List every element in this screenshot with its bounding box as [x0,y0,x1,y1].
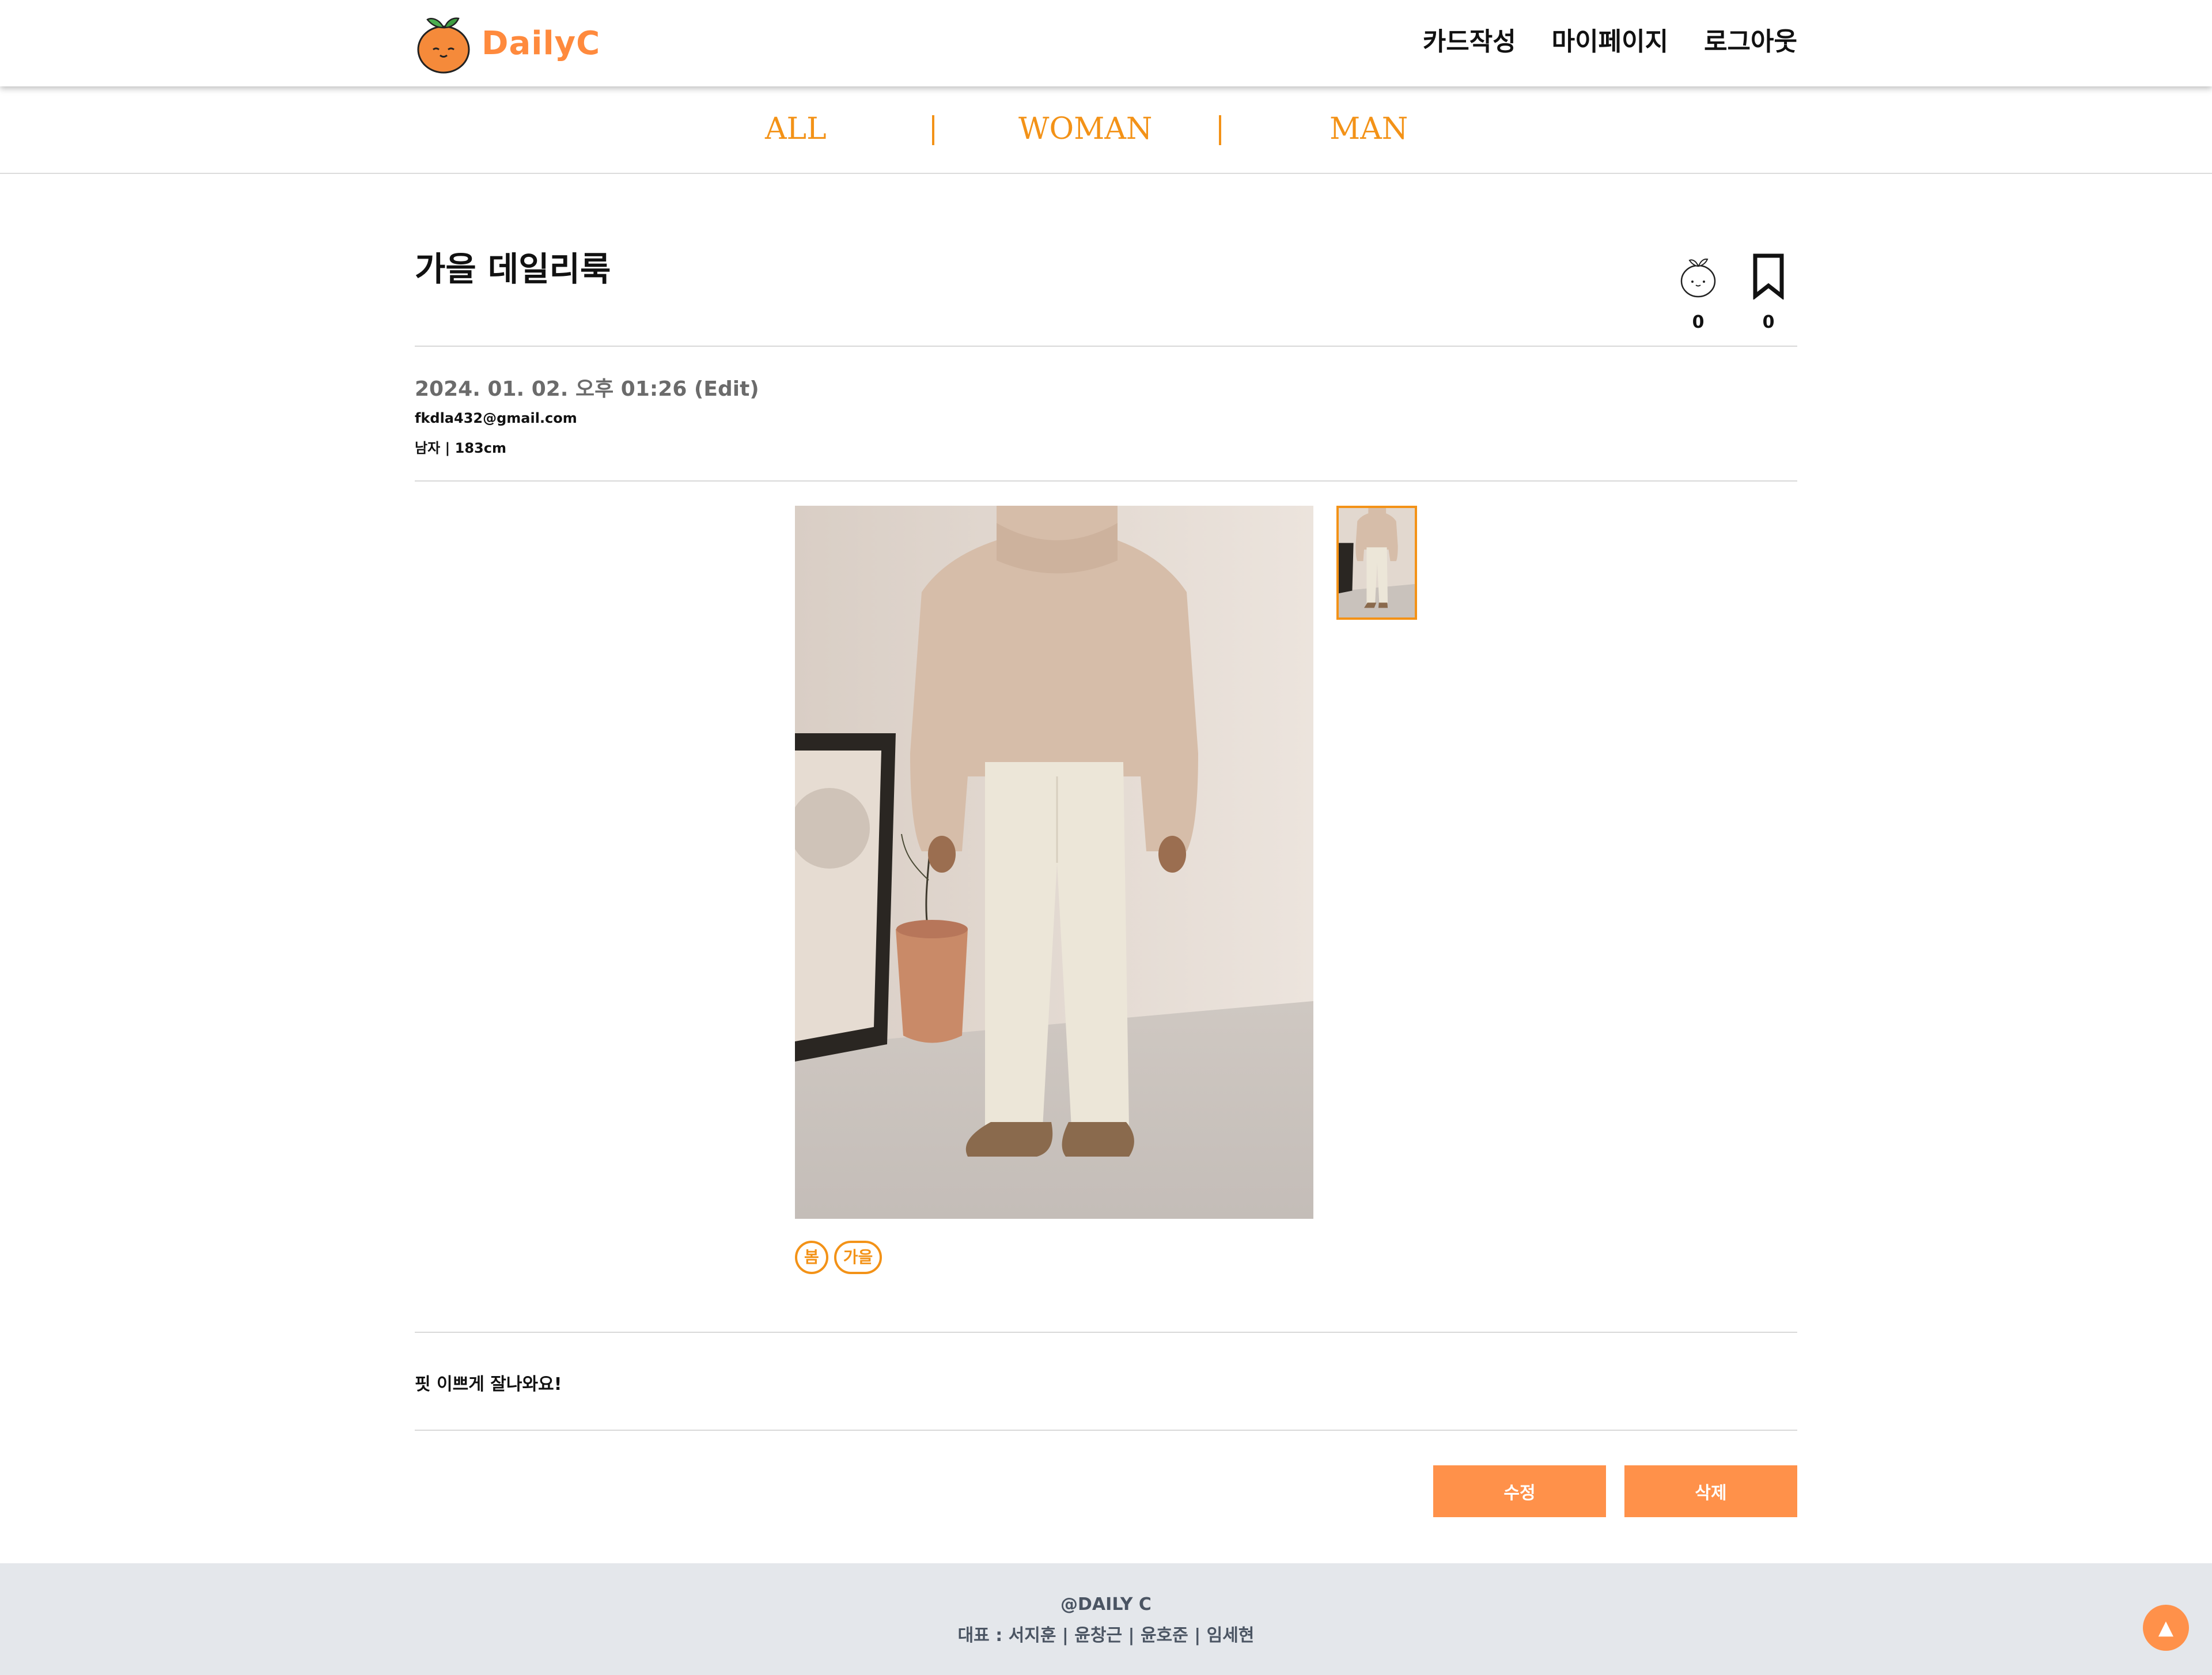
bookmark-count: 0 [1762,312,1775,332]
bookmark-stat: 0 [1745,253,1791,332]
tab-divider [932,115,934,145]
post-date: 2024. 01. 02. 오후 01:26 (Edit) [415,377,759,401]
logo[interactable]: DailyC [416,13,600,74]
tab-man[interactable]: MAN [1330,112,1408,146]
scroll-top-button[interactable]: ▲ [2143,1605,2189,1651]
category-tabs: ALL WOMAN MAN [0,86,2212,174]
footer-team: 대표 : 서지훈 | 윤창근 | 윤호준 | 임세현 [957,1625,1255,1646]
divider [415,480,1797,482]
delete-button[interactable]: 삭제 [1624,1465,1797,1517]
like-stat: 0 [1675,253,1721,332]
arrow-up-icon: ▲ [2158,1616,2174,1639]
tangerine-icon[interactable] [1678,253,1718,300]
nav-write-card[interactable]: 카드작성 [1423,21,1516,58]
post-title: 가을 데일리룩 [415,249,611,289]
divider [415,1430,1797,1431]
tab-woman[interactable]: WOMAN [1018,112,1152,146]
tab-divider [1219,115,1221,145]
tangerine-logo-icon [417,17,470,74]
site-header: DailyC 카드작성 마이페이지 로그아웃 [0,0,2212,86]
nav-mypage[interactable]: 마이페이지 [1552,21,1668,58]
divider [415,346,1797,347]
author-email: fkdla432@gmail.com [415,410,577,426]
logo-text: DailyC [482,24,601,62]
like-count: 0 [1692,312,1705,332]
outfit-photo [795,506,1313,1219]
bookmark-icon[interactable] [1749,253,1787,301]
divider [415,1332,1797,1333]
tag-list: 봄 가을 [795,1241,882,1274]
tag-spring[interactable]: 봄 [795,1241,828,1274]
tab-all[interactable]: ALL [765,112,827,146]
author-body-info: 남자 | 183cm [415,440,506,456]
tag-autumn[interactable]: 가을 [834,1241,882,1274]
top-nav: 카드작성 마이페이지 로그아웃 [1423,21,1797,58]
footer-brand: @DAILY C [1060,1594,1152,1615]
nav-logout[interactable]: 로그아웃 [1704,21,1797,58]
photo-thumbnail[interactable] [1336,506,1417,620]
site-footer: @DAILY C 대표 : 서지훈 | 윤창근 | 윤호준 | 임세현 [0,1563,2212,1675]
edit-button[interactable]: 수정 [1433,1465,1606,1517]
post-content: 핏 이쁘게 잘나와요! [415,1374,562,1394]
